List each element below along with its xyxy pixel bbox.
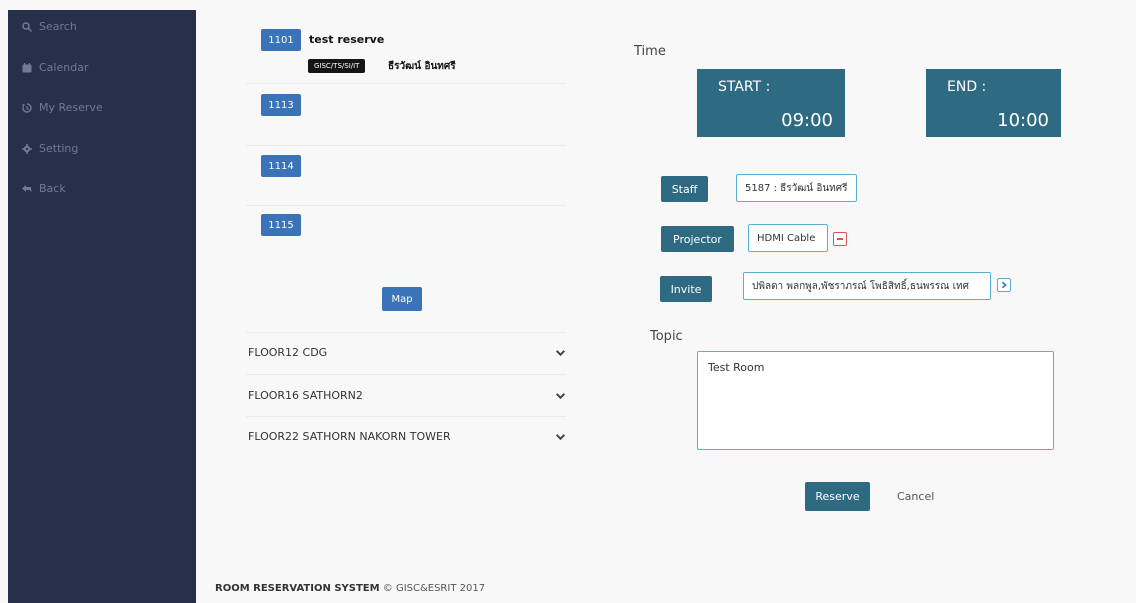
sidebar-item-label: Setting — [39, 142, 79, 155]
floor-row-floor12[interactable]: FLOOR12 CDG — [248, 346, 566, 359]
divider — [246, 145, 566, 146]
floor-label: FLOOR22 SATHORN NAKORN TOWER — [248, 430, 451, 443]
end-time-label: END : — [947, 79, 987, 95]
time-section-label: Time — [634, 44, 666, 59]
room-badge-1101[interactable]: 1101 — [261, 29, 301, 51]
booking-staff-name: ธีรวัฒน์ อินทศรี — [388, 61, 456, 72]
projector-field[interactable]: HDMI Cable — [748, 224, 828, 252]
sidebar-item-label: Back — [39, 182, 66, 195]
sidebar-item-label: My Reserve — [39, 101, 103, 114]
footer-copyright: © GISC&ESRIT 2017 — [382, 583, 486, 594]
chevron-down-icon — [555, 434, 566, 441]
sidebar-item-label: Calendar — [39, 61, 89, 74]
start-time-value: 09:00 — [781, 110, 833, 131]
topic-textarea[interactable]: Test Room — [697, 351, 1054, 450]
start-time-box[interactable]: START : 09:00 — [697, 69, 845, 137]
room-badge-1113[interactable]: 1113 — [261, 94, 301, 116]
sidebar: Search Calendar My Reserve Setting Back — [8, 10, 196, 603]
divider — [246, 332, 566, 333]
reserve-button[interactable]: Reserve — [805, 482, 870, 511]
end-time-value: 10:00 — [997, 110, 1049, 131]
sidebar-item-my-reserve[interactable]: My Reserve — [22, 101, 103, 114]
room-badge-1114[interactable]: 1114 — [261, 155, 301, 177]
department-tag: GISC/TS/SI/IT — [308, 59, 366, 73]
floor-row-floor22[interactable]: FLOOR22 SATHORN NAKORN TOWER — [248, 430, 566, 443]
chevron-down-icon — [555, 393, 566, 400]
divider — [246, 374, 566, 375]
room-badge-1115[interactable]: 1115 — [261, 214, 301, 236]
gear-icon — [22, 143, 32, 154]
divider — [246, 83, 566, 84]
footer: ROOM RESERVATION SYSTEM © GISC&ESRIT 201… — [215, 583, 485, 594]
topic-section-label: Topic — [650, 329, 683, 344]
map-button[interactable]: Map — [382, 287, 422, 311]
sidebar-item-calendar[interactable]: Calendar — [22, 61, 88, 74]
projector-button[interactable]: Projector — [661, 226, 734, 252]
floor-row-floor16[interactable]: FLOOR16 SATHORN2 — [248, 389, 566, 402]
end-time-box[interactable]: END : 10:00 — [926, 69, 1061, 137]
footer-brand: ROOM RESERVATION SYSTEM — [215, 583, 380, 594]
search-icon — [22, 21, 32, 32]
staff-button[interactable]: Staff — [661, 176, 708, 202]
booking-title: test reserve — [309, 33, 385, 46]
staff-field[interactable]: 5187 : ธีรวัฒน์ อินทศรี — [736, 174, 857, 202]
start-time-label: START : — [718, 79, 771, 95]
chevron-down-icon — [555, 350, 566, 357]
sidebar-item-back[interactable]: Back — [22, 182, 66, 195]
divider — [246, 416, 566, 417]
invite-button[interactable]: Invite — [660, 276, 712, 302]
divider — [246, 205, 566, 206]
sidebar-item-label: Search — [39, 20, 77, 33]
remove-projector-button[interactable] — [833, 232, 847, 246]
floor-label: FLOOR12 CDG — [248, 346, 328, 359]
chevron-right-icon — [1001, 281, 1007, 289]
reply-icon — [22, 184, 32, 192]
sidebar-item-setting[interactable]: Setting — [22, 142, 78, 155]
invite-field[interactable]: ปพิลดา พลกพูล,พัชราภรณ์ โพธิสิทธิ์,ธนพรร… — [743, 272, 991, 300]
history-icon — [22, 102, 32, 113]
sidebar-item-search[interactable]: Search — [22, 20, 77, 33]
calendar-icon — [22, 62, 32, 72]
floor-label: FLOOR16 SATHORN2 — [248, 389, 363, 402]
invite-next-button[interactable] — [997, 278, 1011, 292]
cancel-link[interactable]: Cancel — [897, 490, 934, 503]
